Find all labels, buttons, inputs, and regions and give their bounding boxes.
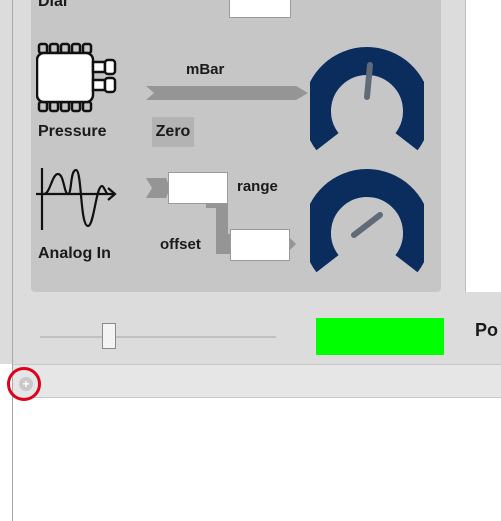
range-label: range <box>237 178 278 195</box>
mbar-unit-label: mBar <box>186 61 225 78</box>
slider-thumb[interactable] <box>102 323 116 349</box>
analog-gauge[interactable] <box>310 163 424 273</box>
pressure-wire-arrow <box>146 86 308 100</box>
zero-button[interactable]: Zero <box>152 117 194 147</box>
pressure-gauge-needle <box>364 62 373 100</box>
dial-offset-field[interactable] <box>229 0 291 18</box>
slider-track[interactable] <box>40 336 276 338</box>
application-window: Dial Pressure mBar Zero Analog In range … <box>0 0 501 521</box>
status-indicator <box>316 318 444 355</box>
tab-strip <box>12 364 501 398</box>
waveform-icon <box>36 168 117 230</box>
position-label: Po <box>475 320 499 340</box>
range-input[interactable] <box>168 172 228 204</box>
window-left-border <box>12 0 13 521</box>
offset-input[interactable] <box>230 229 290 261</box>
pressure-label: Pressure <box>38 123 107 140</box>
analog-in-label: Analog In <box>38 245 111 262</box>
pressure-gauge[interactable] <box>310 41 424 151</box>
offset-label: offset <box>160 236 201 253</box>
dial-label: Dial <box>38 0 68 10</box>
pressure-sensor-icon <box>36 42 117 113</box>
analog-gauge-needle <box>351 212 383 238</box>
annotation-highlight-circle <box>7 367 41 401</box>
side-panel <box>465 0 501 292</box>
